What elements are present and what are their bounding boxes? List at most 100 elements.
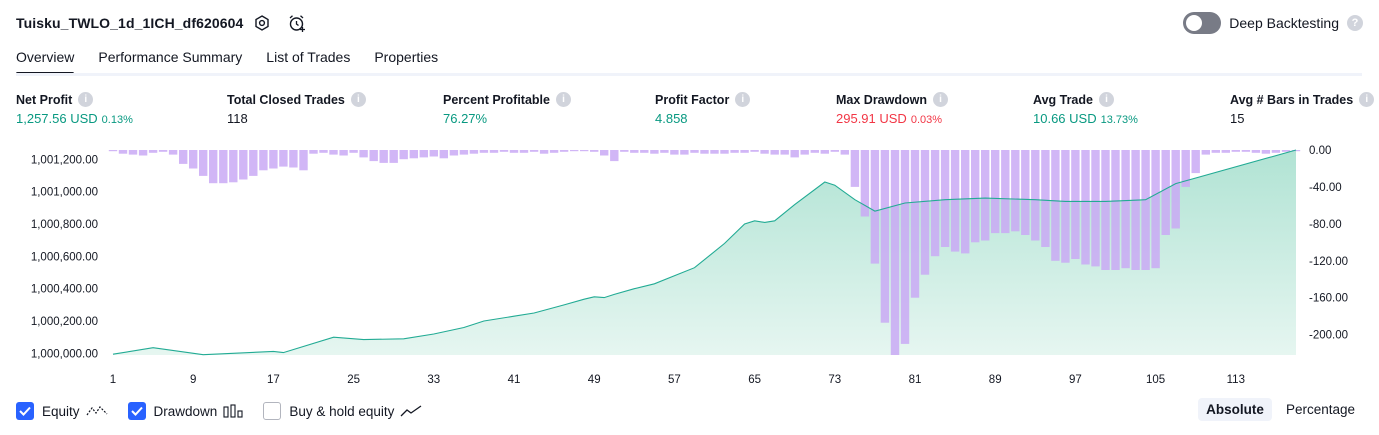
drawdown-bar — [1121, 150, 1130, 269]
legend-buy-hold[interactable]: Buy & hold equity — [263, 402, 422, 420]
tab-list-of-trades[interactable]: List of Trades — [266, 44, 350, 75]
right-axis-tick: -80.00 — [1309, 219, 1342, 231]
drawdown-bar — [389, 150, 398, 163]
chart-legend: Equity Drawdown Buy & hold equity — [16, 400, 442, 422]
drawdown-bar — [1051, 150, 1060, 261]
drawdown-bar — [610, 150, 619, 162]
drawdown-bar — [650, 150, 659, 154]
drawdown-bar — [429, 150, 438, 157]
drawdown-bar — [780, 150, 789, 155]
drawdown-bar — [399, 150, 408, 160]
metric-value: 10.66 USD — [1033, 111, 1097, 126]
equity-drawdown-chart[interactable]: 1,001,200.00 1,001,000.00 1,000,800.00 1,00… — [0, 140, 1379, 390]
drawdown-bar — [239, 150, 248, 180]
tab-overview[interactable]: Overview — [16, 44, 75, 75]
drawdown-bar — [890, 150, 900, 355]
drawdown-bar — [209, 150, 218, 184]
info-icon[interactable]: i — [735, 92, 751, 107]
legend-label: Drawdown — [153, 403, 218, 419]
strategy-title: Tuisku_TWLO_1d_1ICH_df620604 — [16, 15, 244, 31]
drawdown-bar — [1091, 150, 1100, 267]
left-axis-tick: 1,000,600.00 — [31, 251, 98, 263]
percentage-button[interactable]: Percentage — [1278, 398, 1363, 421]
drawdown-bar — [259, 150, 268, 171]
checkbox-unchecked[interactable] — [263, 402, 282, 420]
right-axis-tick: -40.00 — [1309, 182, 1342, 194]
drawdown-bar — [369, 150, 378, 162]
info-icon[interactable]: i — [350, 92, 366, 107]
checkbox-checked[interactable] — [16, 402, 34, 420]
drawdown-bar — [1241, 150, 1251, 152]
help-icon[interactable]: ? — [1347, 15, 1363, 31]
absolute-button[interactable]: Absolute — [1198, 398, 1272, 421]
alarm-clock-plus-icon[interactable] — [286, 12, 308, 34]
x-axis-tick: 1 — [110, 374, 116, 386]
drawdown-bar — [489, 150, 499, 153]
report-header: Tuisku_TWLO_1d_1ICH_df620604 Deep Backte… — [0, 0, 1379, 44]
drawdown-bar — [359, 150, 368, 158]
deep-backtesting-toggle[interactable] — [1183, 12, 1222, 34]
info-icon[interactable]: i — [1098, 92, 1114, 107]
metric-avg-bars: Avg # Bars in Trades i 15 — [1230, 92, 1375, 126]
x-axis-tick: 9 — [190, 374, 196, 386]
drawdown-bar — [1191, 150, 1200, 174]
right-axis-tick: 0.00 — [1309, 145, 1331, 157]
drawdown-bar — [1061, 150, 1070, 263]
drawdown-bar — [730, 150, 739, 153]
tab-performance-summary[interactable]: Performance Summary — [98, 44, 242, 75]
drawdown-bar — [269, 150, 278, 169]
checkbox-checked[interactable] — [127, 402, 146, 420]
drawdown-bar — [199, 150, 208, 176]
drawdown-bar — [559, 150, 569, 152]
metric-value: 15 — [1230, 111, 1245, 126]
drawdown-bar — [750, 150, 759, 152]
drawdown-bar — [830, 150, 839, 152]
drawdown-bar — [590, 150, 599, 152]
info-icon[interactable]: i — [1359, 92, 1375, 107]
drawdown-bar — [920, 150, 930, 275]
metric-value: 1,257.56 USD — [16, 111, 98, 126]
drawdown-bar — [720, 150, 729, 154]
drawdown-bar — [910, 150, 920, 298]
drawdown-bar — [981, 150, 990, 241]
drawdown-bar — [158, 150, 168, 152]
drawdown-bar — [870, 150, 880, 264]
left-axis-tick: 1,000,800.00 — [31, 219, 98, 231]
drawdown-bar — [529, 150, 539, 152]
info-icon[interactable]: i — [78, 92, 94, 107]
drawdown-bar — [810, 150, 819, 153]
drawdown-bar — [1011, 150, 1020, 232]
deep-backtesting-label: Deep Backtesting — [1229, 15, 1339, 31]
metric-percent: 0.13% — [101, 114, 133, 126]
drawdown-bar — [339, 150, 348, 156]
drawdown-bar — [179, 150, 188, 164]
left-axis-tick: 1,000,400.00 — [31, 284, 98, 296]
drawdown-bar — [1001, 150, 1010, 234]
drawdown-bar — [1171, 150, 1180, 229]
metric-value: 4.858 — [655, 111, 688, 126]
drawdown-bar — [1021, 150, 1030, 235]
drawdown-bar — [800, 150, 809, 155]
drawdown-bar — [740, 150, 749, 153]
gear-hexagon-icon[interactable] — [251, 12, 273, 34]
drawdown-bar — [309, 150, 318, 154]
metrics-row: Net Profit i 1,257.56 USD 0.13% Total Clos… — [0, 92, 1379, 132]
drawdown-bar — [1201, 150, 1210, 155]
drawdown-bar — [1081, 150, 1090, 265]
drawdown-bar — [138, 150, 148, 156]
metric-label: Avg Trade — [1033, 92, 1093, 107]
drawdown-bar — [479, 150, 489, 153]
metric-percent: 0.03% — [910, 114, 943, 126]
info-icon[interactable]: i — [555, 92, 571, 107]
legend-drawdown[interactable]: Drawdown — [127, 402, 244, 420]
x-axis-tick: 97 — [1069, 374, 1082, 386]
tab-properties[interactable]: Properties — [374, 44, 438, 75]
info-icon[interactable]: i — [933, 92, 948, 107]
drawdown-bar — [409, 150, 418, 159]
legend-label: Buy & hold equity — [289, 403, 395, 419]
legend-label: Equity — [42, 403, 80, 419]
drawdown-bar — [118, 150, 128, 154]
drawdown-bar — [509, 150, 519, 153]
legend-equity[interactable]: Equity — [16, 402, 108, 420]
drawdown-bar — [940, 150, 950, 247]
